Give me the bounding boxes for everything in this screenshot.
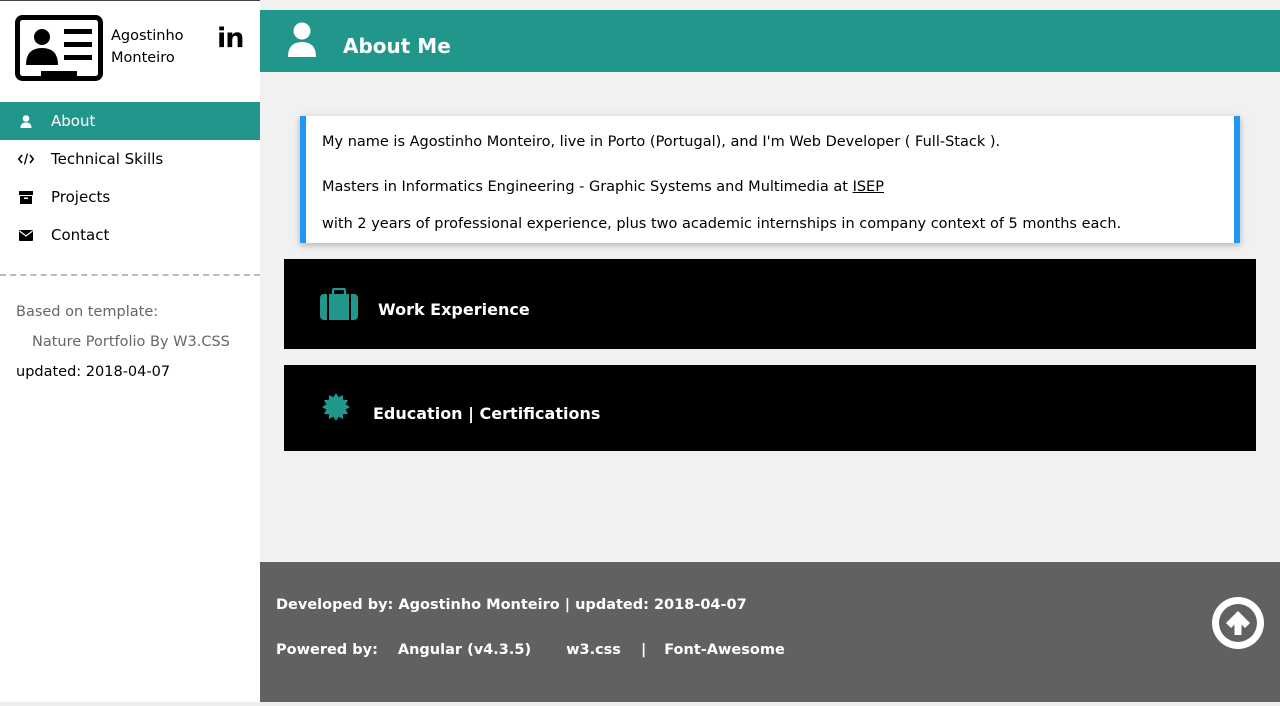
- based-on-label: Based on template:: [16, 304, 159, 320]
- sidebar-item-label: Projects: [51, 188, 111, 206]
- angular-link[interactable]: Angular (v4.3.5): [398, 642, 531, 658]
- envelope-icon: [18, 227, 34, 243]
- user-icon: [18, 113, 34, 129]
- sidebar-nav: About Technical Skills Projects Contact: [0, 102, 260, 254]
- isep-link[interactable]: ISEP: [853, 179, 884, 195]
- powered-by-label: Powered by:: [276, 642, 378, 658]
- sidebar-item-contact[interactable]: Contact: [0, 216, 260, 254]
- brand-name: Agostinho Monteiro: [111, 28, 184, 66]
- sidebar-item-label: About: [51, 112, 96, 130]
- font-awesome-link[interactable]: Font-Awesome: [664, 642, 785, 658]
- brand: Agostinho Monteiro in: [0, 1, 260, 101]
- page-header: About Me: [260, 10, 1280, 72]
- briefcase-icon: [320, 288, 358, 320]
- sidebar-item-label: Technical Skills: [51, 150, 164, 168]
- sidebar-item-label: Contact: [51, 226, 110, 244]
- user-icon: [288, 22, 316, 57]
- updated-date: updated: 2018-04-07: [16, 364, 171, 380]
- template-credits: Based on template: Nature Portfolio By W…: [16, 297, 230, 387]
- about-line-1: My name is Agostinho Monteiro, live in P…: [322, 134, 1001, 150]
- code-icon: [18, 151, 34, 167]
- sidebar-item-technical-skills[interactable]: Technical Skills: [0, 140, 260, 178]
- linkedin-icon[interactable]: in: [217, 23, 245, 54]
- sidebar-item-about[interactable]: About: [0, 102, 260, 140]
- work-experience-panel[interactable]: Work Experience: [284, 259, 1256, 349]
- certificate-icon: [322, 393, 350, 421]
- about-line-2-text: Masters in Informatics Engineering - Gra…: [322, 179, 853, 195]
- id-card-icon: [15, 15, 103, 81]
- work-experience-label: Work Experience: [378, 300, 530, 319]
- footer: Developed by: Agostinho Monteiro | updat…: [260, 562, 1280, 702]
- archive-icon: [18, 189, 34, 205]
- about-card: My name is Agostinho Monteiro, live in P…: [300, 116, 1240, 243]
- education-label: Education | Certifications: [373, 404, 601, 423]
- about-line-3: with 2 years of professional experience,…: [322, 216, 1122, 232]
- education-panel[interactable]: Education | Certifications: [284, 365, 1256, 451]
- bottom-strip: [0, 702, 1280, 706]
- sidebar: Agostinho Monteiro in About Technical Sk…: [0, 1, 260, 706]
- w3css-link[interactable]: w3.css: [566, 642, 621, 658]
- scroll-to-top-button[interactable]: [1212, 597, 1264, 649]
- page-title: About Me: [343, 34, 451, 58]
- about-line-2: Masters in Informatics Engineering - Gra…: [322, 169, 1234, 206]
- sidebar-divider: [0, 274, 260, 276]
- arrow-circle-up-icon: [1219, 604, 1257, 642]
- powered-by: Powered by: Angular (v4.3.5) w3.css | Fo…: [276, 642, 785, 658]
- developed-by: Developed by: Agostinho Monteiro | updat…: [276, 597, 747, 613]
- sidebar-item-projects[interactable]: Projects: [0, 178, 260, 216]
- template-name: Nature Portfolio By W3.CSS: [32, 334, 230, 350]
- footer-separator: |: [640, 642, 647, 658]
